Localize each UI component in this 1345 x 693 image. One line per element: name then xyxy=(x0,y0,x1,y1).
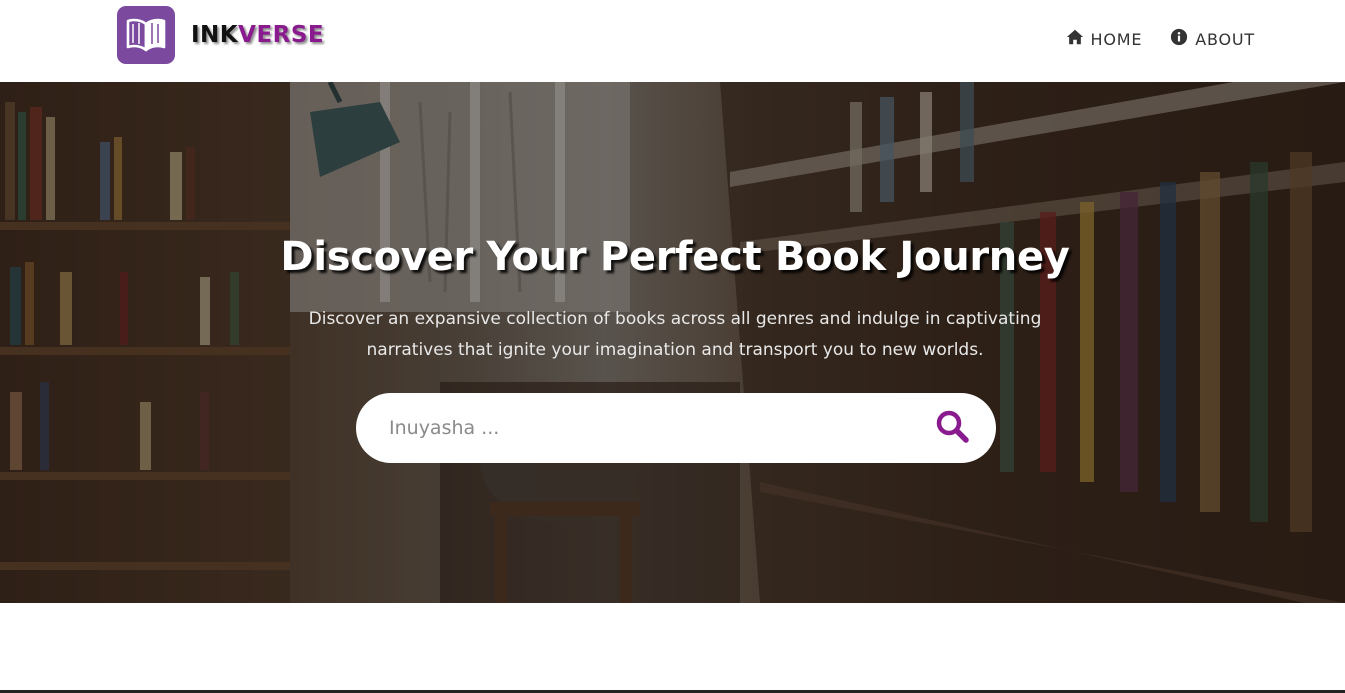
search-bar xyxy=(356,393,996,463)
nav-about-link[interactable]: ABOUT xyxy=(1170,28,1255,50)
nav-menu: HOME ABOUT xyxy=(1066,28,1255,50)
search-input[interactable] xyxy=(389,417,932,439)
hero-title: Discover Your Perfect Book Journey xyxy=(280,234,1070,280)
brand-name: INKVERSE xyxy=(191,22,324,48)
hero-description: Discover an expansive collection of book… xyxy=(308,309,1042,360)
hero-section: Discover Your Perfect Book Journey Disco… xyxy=(0,82,1345,603)
info-circle-icon xyxy=(1170,28,1188,50)
search-button[interactable] xyxy=(932,408,972,448)
nav-home-label: HOME xyxy=(1090,29,1143,49)
nav-home-link[interactable]: HOME xyxy=(1066,28,1143,50)
search-icon xyxy=(935,409,969,447)
open-book-icon xyxy=(117,6,175,64)
nav-about-label: ABOUT xyxy=(1195,29,1255,49)
brand-name-part2: VERSE xyxy=(238,22,325,48)
brand-name-part1: INK xyxy=(191,22,239,48)
navbar: INKVERSE HOME ABOUT xyxy=(0,0,1345,82)
home-icon xyxy=(1066,28,1084,50)
brand-logo[interactable]: INKVERSE xyxy=(117,6,324,64)
